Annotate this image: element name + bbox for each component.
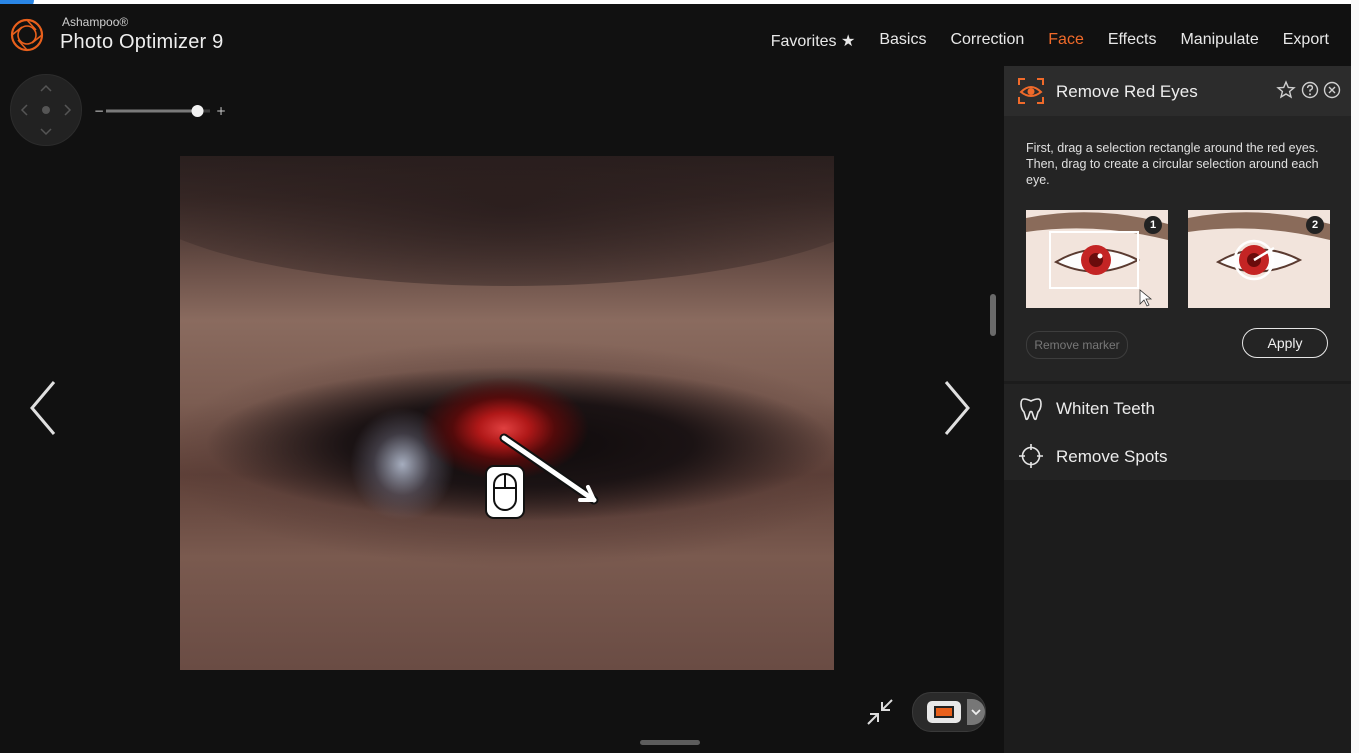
compare-view-toggle[interactable] <box>912 692 986 732</box>
app-header: Ashampoo® Photo Optimizer 9 Favorites ★ … <box>0 4 1351 68</box>
chevron-right-icon[interactable] <box>938 376 978 440</box>
remove-red-eyes-title: Remove Red Eyes <box>1056 82 1198 101</box>
main-menu: Favorites ★ Basics Correction Face Effec… <box>759 31 1341 51</box>
drag-gesture-indicator <box>485 433 599 519</box>
nav-pad-icon <box>20 84 72 136</box>
ashampoo-logo-icon <box>10 18 44 52</box>
menu-manipulate[interactable]: Manipulate <box>1168 31 1270 51</box>
chevron-left-icon[interactable] <box>24 376 64 440</box>
zoom-slider[interactable]: − + <box>92 104 232 118</box>
compare-dropdown-button[interactable] <box>967 699 985 725</box>
crosshair-icon <box>1019 444 1043 468</box>
help-icon[interactable] <box>1300 80 1320 100</box>
filmstrip-handle[interactable] <box>640 740 700 745</box>
collapse-icon[interactable] <box>864 696 896 728</box>
menu-face[interactable]: Face <box>1036 31 1096 51</box>
close-icon[interactable] <box>1322 80 1342 100</box>
example-image-circle-selection: 2 <box>1188 210 1330 308</box>
face-tools-panel: Remove Red Eyes First, drag a selection … <box>1004 66 1351 753</box>
photo-eyebrow-shade <box>180 156 834 286</box>
chevron-down-icon <box>971 709 981 716</box>
compare-view-icon <box>927 701 961 723</box>
tooth-icon <box>1020 398 1042 421</box>
zoom-slider-handle <box>191 105 204 117</box>
tool-remove-spots[interactable]: Remove Spots <box>1004 432 1351 480</box>
remove-marker-button[interactable]: Remove marker <box>1026 331 1128 359</box>
red-eye-icon <box>1018 78 1044 104</box>
tool-whiten-teeth[interactable]: Whiten Teeth <box>1004 384 1351 432</box>
remove-red-eyes-body: First, drag a selection rectangle around… <box>1004 116 1351 381</box>
photo-canvas[interactable] <box>180 156 834 670</box>
apply-button[interactable]: Apply <box>1242 328 1328 358</box>
app-title: Photo Optimizer 9 <box>60 31 224 53</box>
mouse-icon <box>485 465 525 519</box>
pan-navigation-pad[interactable] <box>10 74 82 146</box>
brand-company: Ashampoo® <box>62 15 129 29</box>
window-edge <box>1351 0 1359 753</box>
menu-export[interactable]: Export <box>1271 31 1341 51</box>
example-image-rectangle-selection: 1 <box>1026 210 1168 308</box>
whiten-teeth-label: Whiten Teeth <box>1056 399 1155 418</box>
menu-correction[interactable]: Correction <box>938 31 1036 51</box>
star-icon[interactable] <box>1276 80 1296 100</box>
app-window: Ashampoo® Photo Optimizer 9 Favorites ★ … <box>0 4 1351 753</box>
zoom-plus-label: + <box>216 104 226 118</box>
remove-red-eyes-header[interactable]: Remove Red Eyes <box>1004 66 1351 116</box>
zoom-minus-label: − <box>94 104 104 118</box>
step-badge-1: 1 <box>1144 216 1162 234</box>
step-badge-2: 2 <box>1306 216 1324 234</box>
menu-basics[interactable]: Basics <box>867 31 938 51</box>
remove-spots-label: Remove Spots <box>1056 447 1168 466</box>
menu-favorites[interactable]: Favorites ★ <box>759 31 868 51</box>
red-eye-instructions: First, drag a selection rectangle around… <box>1026 141 1319 187</box>
menu-effects[interactable]: Effects <box>1096 31 1169 51</box>
canvas-scrollbar-thumb[interactable] <box>990 294 996 336</box>
